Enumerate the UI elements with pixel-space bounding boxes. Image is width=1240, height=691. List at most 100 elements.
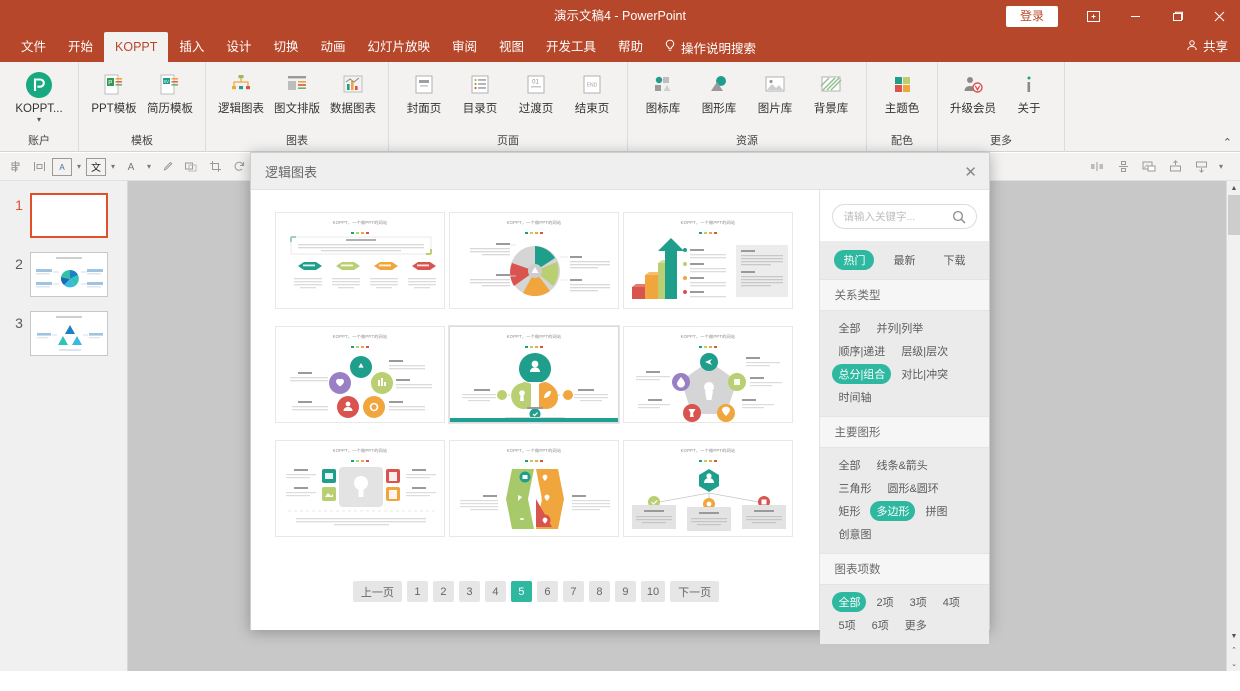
chevron-down-icon[interactable]: ▾	[108, 162, 118, 171]
filter-count-4[interactable]: 4项	[937, 592, 966, 612]
menu-item-help[interactable]: 帮助	[607, 32, 654, 62]
about-button[interactable]: 关于	[1002, 66, 1056, 116]
share-button[interactable]: 共享	[1186, 32, 1228, 62]
filter-shape-triangle[interactable]: 三角形	[832, 478, 877, 498]
end-page-button[interactable]: END 结束页	[565, 66, 619, 116]
data-chart-button[interactable]: 数据图表	[326, 66, 380, 116]
rotate-icon[interactable]	[228, 156, 250, 178]
filter-count-all[interactable]: 全部	[832, 592, 867, 612]
distribute-icon[interactable]	[28, 156, 50, 178]
filter-shape-all[interactable]: 全部	[832, 455, 866, 475]
sort-tab-hot[interactable]: 热门	[834, 250, 875, 270]
pagination-page-5[interactable]: 5	[510, 581, 532, 602]
pagination-page-1[interactable]: 1	[406, 581, 428, 602]
filter-relation-all[interactable]: 全部	[832, 318, 866, 338]
template-card-pentagon[interactable]: KOPPT，一个做PPT的网站	[623, 326, 793, 423]
theme-color-button[interactable]: 主题色	[875, 66, 929, 116]
crop-icon[interactable]	[204, 156, 226, 178]
pagination-page-9[interactable]: 9	[614, 581, 636, 602]
filter-count-3[interactable]: 3项	[904, 592, 933, 612]
sort-tab-newest[interactable]: 最新	[884, 250, 924, 270]
scroll-down-icon[interactable]: ▼	[1227, 629, 1240, 643]
next-slide-icon[interactable]: ⌄	[1227, 657, 1240, 671]
transition-page-button[interactable]: 01 过渡页	[509, 66, 563, 116]
menu-item-design[interactable]: 设计	[215, 32, 262, 62]
chevron-down-icon[interactable]: ▾	[74, 162, 84, 171]
menu-item-slideshow[interactable]: 幻灯片放映	[356, 32, 441, 62]
pagination-page-2[interactable]: 2	[432, 581, 454, 602]
template-card-leaf-trio[interactable]: KOPPT，一个做PPT的网站	[449, 326, 619, 423]
eyedropper-icon[interactable]	[156, 156, 178, 178]
template-card-hexagon-row[interactable]: KOPPT，一个做PPT的网站	[275, 212, 445, 309]
background-library-button[interactable]: 背景库	[804, 66, 858, 116]
tell-me-search[interactable]: 操作说明搜索	[654, 32, 766, 62]
upgrade-member-button[interactable]: 升级会员	[946, 66, 1000, 116]
chinese-text-icon[interactable]: 文	[86, 157, 106, 176]
ppt-template-button[interactable]: P PPT模板	[87, 66, 141, 116]
filter-count-more[interactable]: 更多	[899, 615, 933, 635]
scrollbar-thumb[interactable]	[1228, 195, 1240, 235]
template-card-chevron-pair[interactable]: KOPPT，一个做PPT的网站	[449, 440, 619, 537]
sign-in-button[interactable]: 登录	[1005, 5, 1058, 27]
filter-shape-rectangle[interactable]: 矩形	[832, 501, 866, 521]
resume-template-button[interactable]: SV 简历模板	[143, 66, 197, 116]
maximize-icon[interactable]	[1156, 0, 1198, 32]
pagination-page-3[interactable]: 3	[458, 581, 480, 602]
menu-item-transitions[interactable]: 切换	[262, 32, 309, 62]
pagination-prev[interactable]: 上一页	[352, 581, 402, 602]
collapse-ribbon-icon[interactable]: ⌃	[1223, 136, 1232, 149]
filter-shape-polygon[interactable]: 多边形	[870, 501, 916, 521]
slide-item-2[interactable]: 2	[0, 252, 127, 297]
slide-item-3[interactable]: 3	[0, 311, 127, 356]
ribbon-display-options-icon[interactable]	[1072, 0, 1114, 32]
template-card-pinwheel[interactable]: KOPPT，一个做PPT的网站	[449, 212, 619, 309]
sort-tab-download[interactable]: 下载	[934, 250, 974, 270]
slide-thumbnail[interactable]	[30, 252, 108, 297]
search-box[interactable]: 请输入关键字...	[832, 204, 977, 229]
menu-item-view[interactable]: 视图	[488, 32, 535, 62]
slide-thumbnail[interactable]	[30, 311, 108, 356]
minimize-icon[interactable]	[1114, 0, 1156, 32]
template-card-circle-ring[interactable]: KOPPT，一个做PPT的网站	[275, 326, 445, 423]
koppt-account-button[interactable]: KOPPT... ▾	[8, 66, 70, 124]
filter-relation-contrast[interactable]: 对比|冲突	[895, 364, 954, 384]
shape-effect-icon[interactable]	[180, 156, 202, 178]
send-back-icon[interactable]	[1190, 156, 1212, 178]
menu-item-developer[interactable]: 开发工具	[535, 32, 607, 62]
menu-item-file[interactable]: 文件	[10, 32, 57, 62]
chevron-down-icon[interactable]: ▾	[144, 162, 154, 171]
logic-chart-button[interactable]: 逻辑图表	[214, 66, 268, 116]
pagination-page-7[interactable]: 7	[562, 581, 584, 602]
template-card-org-tree[interactable]: KOPPT，一个做PPT的网站	[623, 440, 793, 537]
filter-relation-composition[interactable]: 总分|组合	[832, 364, 892, 384]
scroll-up-icon[interactable]: ▲	[1227, 181, 1240, 195]
picture-tools-icon[interactable]	[1138, 156, 1160, 178]
template-card-arrow-steps[interactable]: KOPPT，一个做PPT的网站	[623, 212, 793, 309]
filter-relation-timeline[interactable]: 时间轴	[832, 387, 877, 407]
filter-shape-circle[interactable]: 圆形&圆环	[881, 478, 944, 498]
bring-front-icon[interactable]	[1164, 156, 1186, 178]
icon-library-button[interactable]: 图标库	[636, 66, 690, 116]
align-icon[interactable]	[4, 156, 26, 178]
filter-relation-parallel[interactable]: 并列|列举	[870, 318, 929, 338]
previous-slide-icon[interactable]: ⌃	[1227, 643, 1240, 657]
toc-page-button[interactable]: 目录页	[453, 66, 507, 116]
menu-item-insert[interactable]: 插入	[168, 32, 215, 62]
menu-item-animations[interactable]: 动画	[309, 32, 356, 62]
shape-library-button[interactable]: 图形库	[692, 66, 746, 116]
text-image-layout-button[interactable]: 图文排版	[270, 66, 324, 116]
font-size-icon[interactable]: A	[120, 156, 142, 178]
filter-shape-puzzle[interactable]: 拼图	[919, 501, 953, 521]
filter-count-2[interactable]: 2项	[870, 592, 899, 612]
menu-item-review[interactable]: 审阅	[441, 32, 488, 62]
text-direction-icon[interactable]: A	[52, 157, 72, 176]
pagination-page-8[interactable]: 8	[588, 581, 610, 602]
filter-count-5[interactable]: 5项	[832, 615, 861, 635]
filter-relation-sequence[interactable]: 顺序|递进	[832, 341, 891, 361]
align-vertical-icon[interactable]	[1112, 156, 1134, 178]
pagination-page-10[interactable]: 10	[640, 581, 666, 602]
slide-thumbnail-panel[interactable]: 1 2 3	[0, 181, 128, 671]
slide-item-1[interactable]: 1	[0, 193, 127, 238]
align-center-icon[interactable]	[1086, 156, 1108, 178]
chevron-down-icon[interactable]: ▾	[37, 116, 41, 124]
